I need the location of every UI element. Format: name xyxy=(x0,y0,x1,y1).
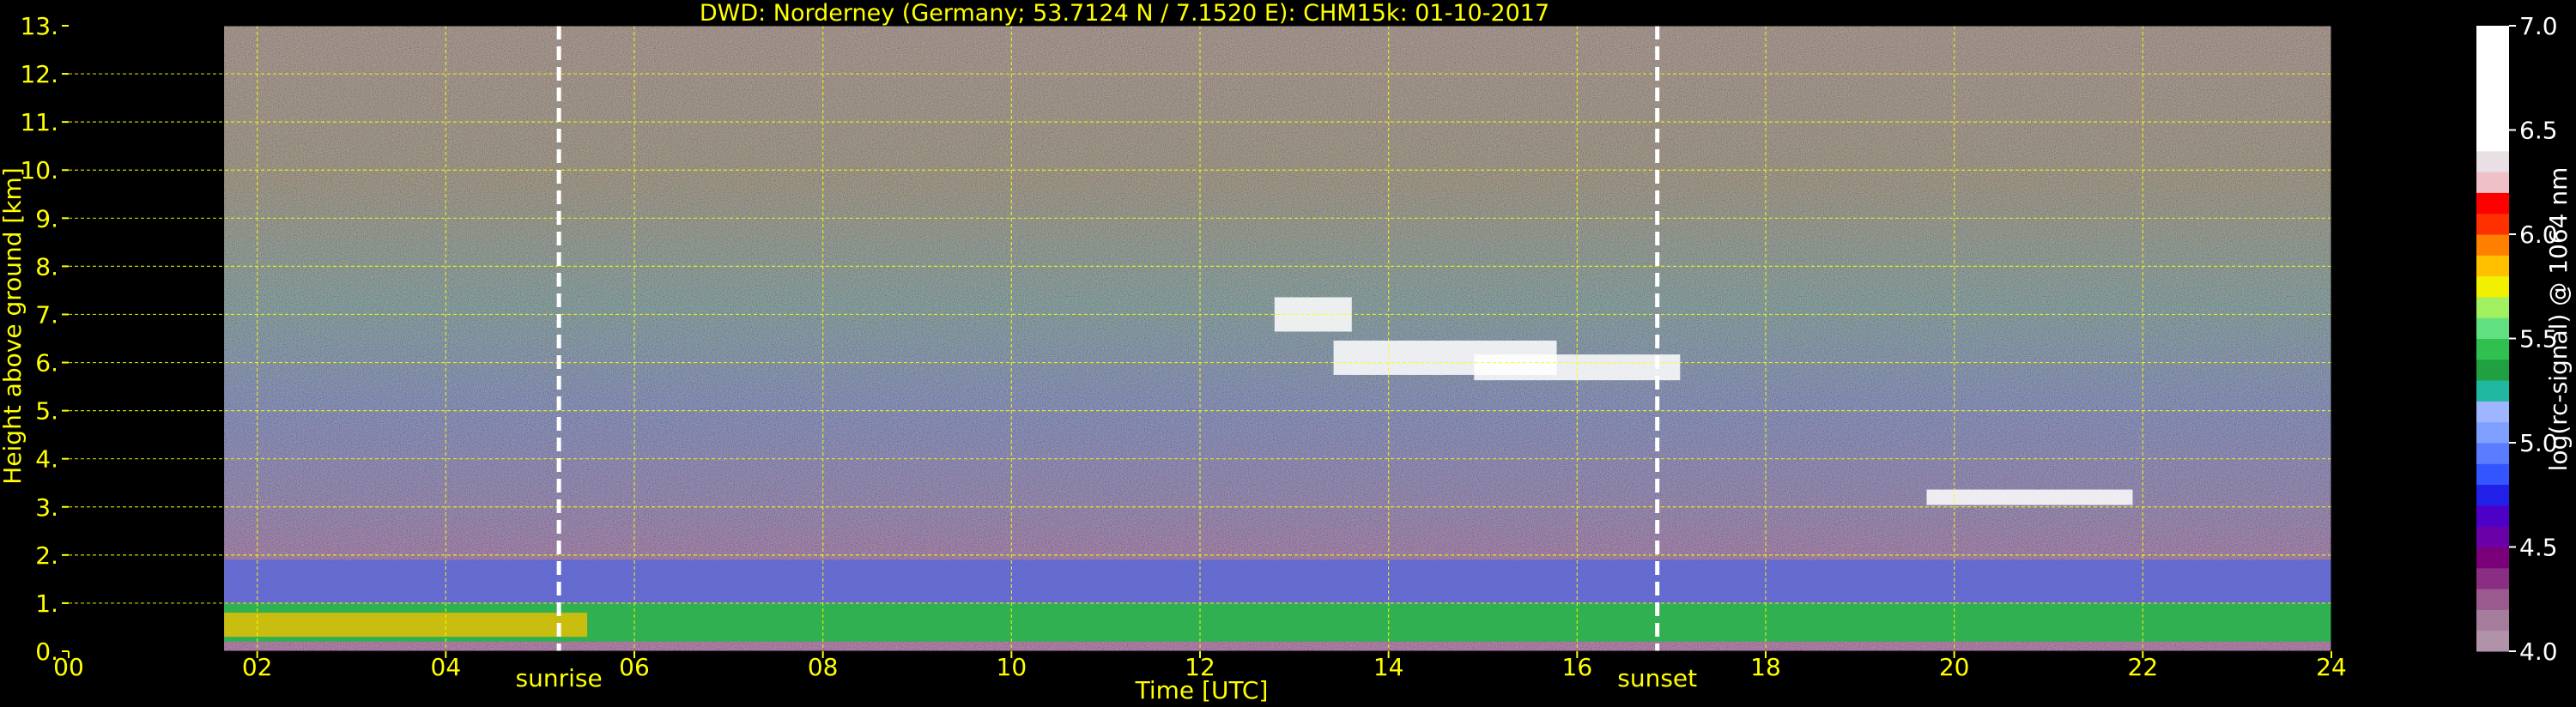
x-tick-label: 06 xyxy=(619,653,650,681)
x-tick-label: 08 xyxy=(808,653,839,681)
y-tick-label: 12. xyxy=(20,60,58,88)
y-tick-label: 2. xyxy=(35,541,58,570)
y-tick-label: 7. xyxy=(35,300,58,329)
y-tick-label: 11. xyxy=(20,108,58,136)
colorbar-band xyxy=(2476,630,2509,652)
y-tick-label: 1. xyxy=(35,589,58,618)
y-tick-label: 4. xyxy=(35,445,58,474)
colorbar-band xyxy=(2476,380,2509,402)
signal-noise xyxy=(224,26,2331,651)
colorbar-tick-label: 6.5 xyxy=(2519,117,2558,145)
colorbar-band xyxy=(2476,255,2509,277)
x-tick-label: 24 xyxy=(2316,653,2347,681)
colorbar-band xyxy=(2476,338,2509,360)
colorbar-band xyxy=(2476,589,2509,610)
x-tick-label: 18 xyxy=(1750,653,1781,681)
y-tick-label: 8. xyxy=(35,252,58,281)
colorbar-band xyxy=(2476,484,2509,506)
colorbar-band xyxy=(2476,192,2509,215)
y-tick-label: 3. xyxy=(35,493,58,522)
ceilometer-chart: sunrise sunset 00 02 04 06 08 10 12 14 16 18 20 22 24… xyxy=(0,0,2573,704)
cloud-signal xyxy=(1926,489,2133,505)
colorbar-band xyxy=(2476,234,2509,256)
y-axis-label: Height above ground [km] xyxy=(0,167,27,485)
chart-title: DWD: Norderney (Germany; 53.7124 N / 7.1… xyxy=(700,0,1549,27)
colorbar-band xyxy=(2476,172,2509,193)
colorbar-band xyxy=(2476,26,2509,152)
colorbar-band xyxy=(2476,421,2509,444)
x-tick-label: 22 xyxy=(2128,653,2159,681)
colorbar-band xyxy=(2476,463,2509,486)
aerosol-layer-band xyxy=(224,559,2331,603)
colorbar-band xyxy=(2476,213,2509,235)
colorbar-band xyxy=(2476,150,2509,172)
colorbar-tick-label: 4.5 xyxy=(2519,534,2558,562)
y-tick-label: 6. xyxy=(35,349,58,378)
colorbar-band xyxy=(2476,443,2509,464)
colorbar-band xyxy=(2476,505,2509,527)
colorbar-band xyxy=(2476,609,2509,631)
colorbar-band xyxy=(2476,401,2509,423)
y-tick-label: 9. xyxy=(35,204,58,233)
surface-layer-band xyxy=(224,613,588,638)
y-tick-label: 5. xyxy=(35,397,58,426)
y-tick-label: 0. xyxy=(35,638,58,666)
x-tick-label: 04 xyxy=(431,653,462,681)
colorbar-band xyxy=(2476,567,2509,589)
sunrise-label: sunrise xyxy=(516,664,603,692)
colorbar-band xyxy=(2476,317,2509,339)
colorbar-band xyxy=(2476,547,2509,569)
colorbar-tick-label: 4.0 xyxy=(2519,638,2558,666)
x-tick-label: 10 xyxy=(997,653,1027,681)
sunset-label: sunset xyxy=(1617,664,1697,692)
x-tick-label: 16 xyxy=(1562,653,1593,681)
x-tick-label: 02 xyxy=(242,653,273,681)
x-tick-label: 20 xyxy=(1939,653,1970,681)
colorbar-band xyxy=(2476,275,2509,298)
colorbar-band xyxy=(2476,526,2509,547)
x-axis-label: Time [UTC] xyxy=(1135,676,1269,704)
colorbar-band xyxy=(2476,296,2509,318)
colorbar-label: log(rc-signal) @ 1064 nm xyxy=(2544,167,2573,472)
colorbar-band xyxy=(2476,359,2509,381)
y-tick-label: 13. xyxy=(20,12,58,40)
colorbar-tick-label: 7.0 xyxy=(2519,12,2558,40)
x-tick-label: 14 xyxy=(1373,653,1404,681)
